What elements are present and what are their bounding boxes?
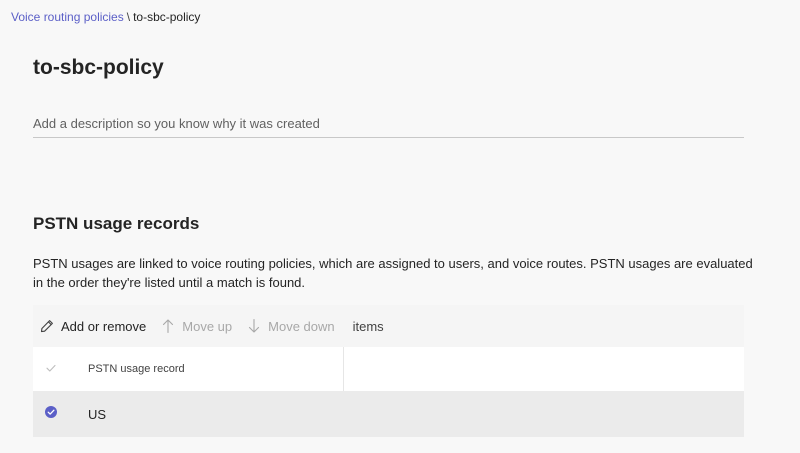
breadcrumb-link-voice-routing-policies[interactable]: Voice routing policies <box>11 10 124 24</box>
move-down-button[interactable]: Move down <box>247 305 335 347</box>
items-label: items <box>352 318 384 334</box>
checkmark-icon <box>45 360 57 378</box>
move-down-label: Move down <box>268 318 335 334</box>
pstn-toolbar: Add or remove Move up Move down items <box>33 305 744 347</box>
move-up-button[interactable]: Move up <box>161 305 232 347</box>
breadcrumb-separator: \ <box>126 10 131 24</box>
arrow-up-icon <box>161 318 175 334</box>
pstn-section-description: PSTN usages are linked to voice routing … <box>33 256 753 290</box>
move-up-label: Move up <box>182 318 233 334</box>
select-all-checkbox[interactable] <box>35 360 67 378</box>
column-divider[interactable] <box>343 347 344 391</box>
pencil-icon <box>40 319 54 333</box>
column-header-pstn-usage-record[interactable]: PSTN usage record <box>88 363 185 375</box>
add-or-remove-button[interactable]: Add or remove <box>40 305 146 347</box>
arrow-down-icon <box>247 318 261 334</box>
breadcrumb-current: to-sbc-policy <box>133 10 201 24</box>
row-select-checkbox[interactable] <box>35 405 67 424</box>
selected-check-icon <box>44 405 58 424</box>
table-row[interactable]: US <box>33 391 744 437</box>
breadcrumb: Voice routing policies \ to-sbc-policy <box>11 8 200 26</box>
page-title: to-sbc-policy <box>33 56 164 79</box>
pstn-usage-table: PSTN usage record US <box>33 347 744 437</box>
row-value-us: US <box>88 406 107 422</box>
description-field[interactable] <box>33 109 744 138</box>
table-header: PSTN usage record <box>33 347 744 391</box>
pstn-section-heading: PSTN usage records <box>33 214 200 233</box>
add-or-remove-label: Add or remove <box>61 318 147 334</box>
